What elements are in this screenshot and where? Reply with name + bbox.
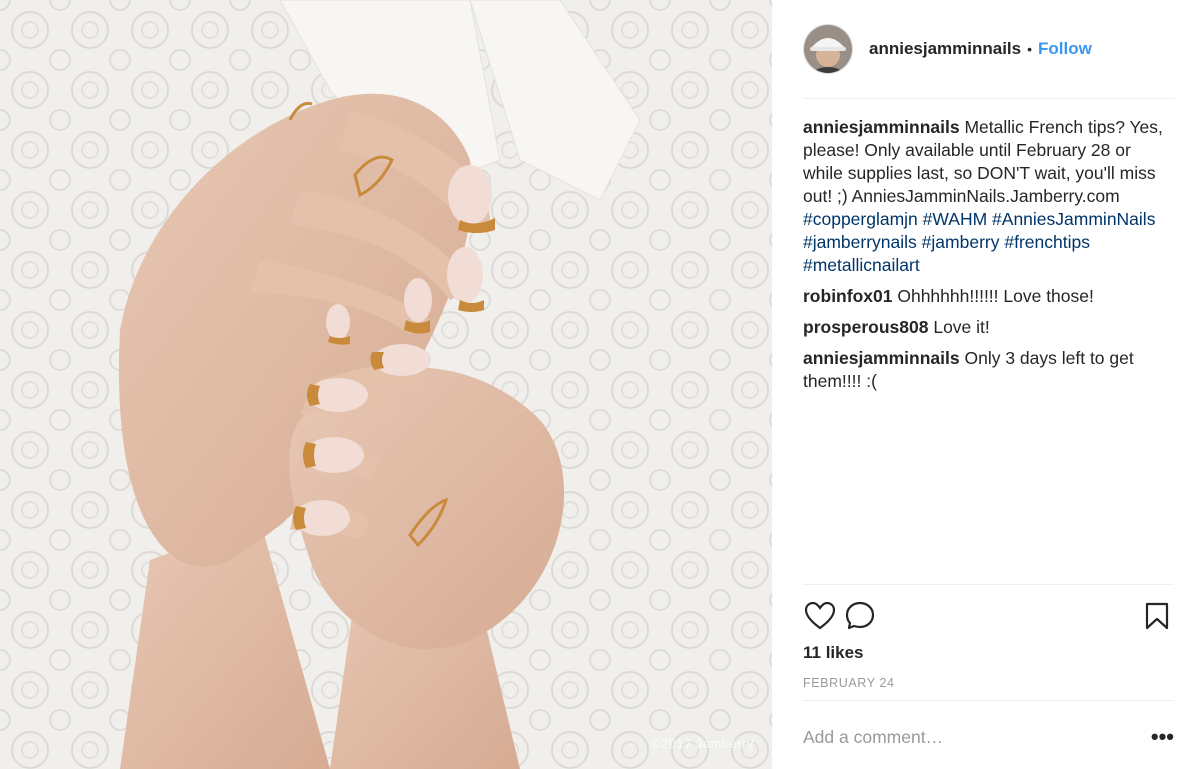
photo-watermark: ©2017 Jamberry [650, 736, 754, 751]
caption: anniesjamminnails Metallic French tips? … [803, 116, 1174, 277]
post-details-panel: anniesjamminnails • Follow anniesjamminn… [772, 0, 1200, 769]
hashtag[interactable]: #jamberry [922, 232, 1000, 252]
header-separator: • [1027, 41, 1033, 57]
hashtag[interactable]: #AnniesJamminNails [992, 209, 1155, 229]
comment-item: anniesjamminnails Only 3 days left to ge… [803, 347, 1174, 393]
hashtag[interactable]: #metallicnailart [803, 255, 920, 275]
header-divider [803, 98, 1174, 99]
avatar[interactable] [803, 24, 853, 74]
action-bar [803, 598, 1174, 634]
comment-icon[interactable] [843, 599, 877, 633]
comment-username[interactable]: anniesjamminnails [803, 348, 960, 368]
comment-text: Ohhhhhh!!!!!! Love those! [897, 286, 1094, 306]
post-photo[interactable]: ©2017 Jamberry [0, 0, 772, 769]
comment-username[interactable]: robinfox01 [803, 286, 892, 306]
comment-text: Love it! [933, 317, 990, 337]
likes-count[interactable]: 11 likes [803, 643, 864, 663]
add-comment-row: ••• [803, 716, 1174, 758]
post-date: FEBRUARY 24 [803, 676, 895, 690]
header-username[interactable]: anniesjamminnails [869, 39, 1021, 59]
bookmark-icon[interactable] [1140, 599, 1174, 633]
more-options-icon[interactable]: ••• [1146, 726, 1174, 748]
actions-divider [803, 584, 1174, 585]
comments-list: anniesjamminnails Metallic French tips? … [803, 116, 1174, 401]
hashtag[interactable]: #WAHM [923, 209, 988, 229]
comment-item: prosperous808 Love it! [803, 316, 1174, 339]
hashtag[interactable]: #copperglamjn [803, 209, 918, 229]
caption-username[interactable]: anniesjamminnails [803, 117, 960, 137]
nails-illustration [0, 0, 772, 769]
hashtag[interactable]: #frenchtips [1004, 232, 1090, 252]
follow-button[interactable]: Follow [1038, 39, 1092, 59]
avatar-image [804, 25, 852, 73]
post-header: anniesjamminnails • Follow [803, 22, 1174, 76]
heart-icon[interactable] [803, 599, 837, 633]
add-comment-divider [803, 700, 1174, 701]
comment-username[interactable]: prosperous808 [803, 317, 928, 337]
comment-item: robinfox01 Ohhhhhh!!!!!! Love those! [803, 285, 1174, 308]
hashtag[interactable]: #jamberrynails [803, 232, 917, 252]
add-comment-input[interactable] [803, 726, 1146, 748]
